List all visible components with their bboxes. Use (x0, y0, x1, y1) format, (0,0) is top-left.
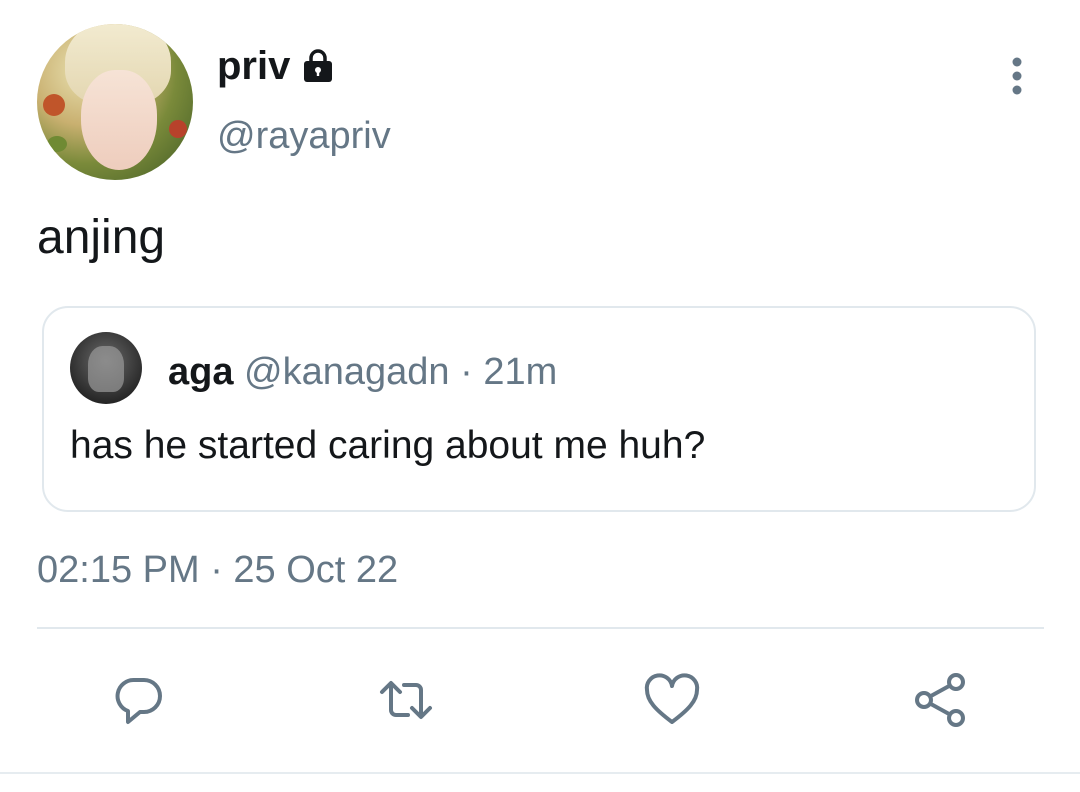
quoted-tweet-header: aga @kanagadn · 21m (168, 348, 557, 396)
tweet-actions (0, 660, 1080, 740)
reply-icon (115, 677, 162, 724)
quoted-author-avatar[interactable] (70, 332, 142, 404)
retweet-button[interactable] (366, 660, 446, 740)
author-avatar[interactable] (37, 24, 193, 180)
quoted-tweet[interactable]: aga @kanagadn · 21m has he started carin… (42, 306, 1036, 512)
divider (37, 627, 1044, 629)
heart-icon (644, 673, 700, 724)
avatar-figure (88, 346, 124, 392)
avatar-decoration (169, 120, 187, 138)
lock-icon (298, 46, 338, 86)
like-button[interactable] (632, 660, 712, 740)
quoted-author-name: aga (168, 351, 234, 393)
author-handle[interactable]: @rayapriv (217, 112, 391, 160)
quoted-author-meta: @kanagadn · 21m (244, 351, 558, 393)
avatar-decoration (47, 136, 67, 152)
tweet-timestamp[interactable]: 02:15 PM · 25 Oct 22 (37, 546, 398, 594)
share-button[interactable] (900, 660, 980, 740)
tweet-detail: priv @rayapriv anjing aga @kanagadn · 21… (0, 0, 1080, 792)
author-display-name[interactable]: priv (217, 42, 290, 90)
share-icon (915, 673, 965, 727)
bottom-divider (0, 772, 1080, 774)
author-name-row[interactable]: priv (217, 42, 338, 90)
avatar-face (81, 70, 157, 170)
retweet-icon (380, 681, 432, 719)
avatar-decoration (43, 94, 65, 116)
reply-button[interactable] (100, 660, 180, 740)
quoted-tweet-text: has he started caring about me huh? (70, 424, 706, 467)
tweet-text: anjing (37, 211, 166, 264)
more-options-icon[interactable] (1003, 54, 1031, 98)
